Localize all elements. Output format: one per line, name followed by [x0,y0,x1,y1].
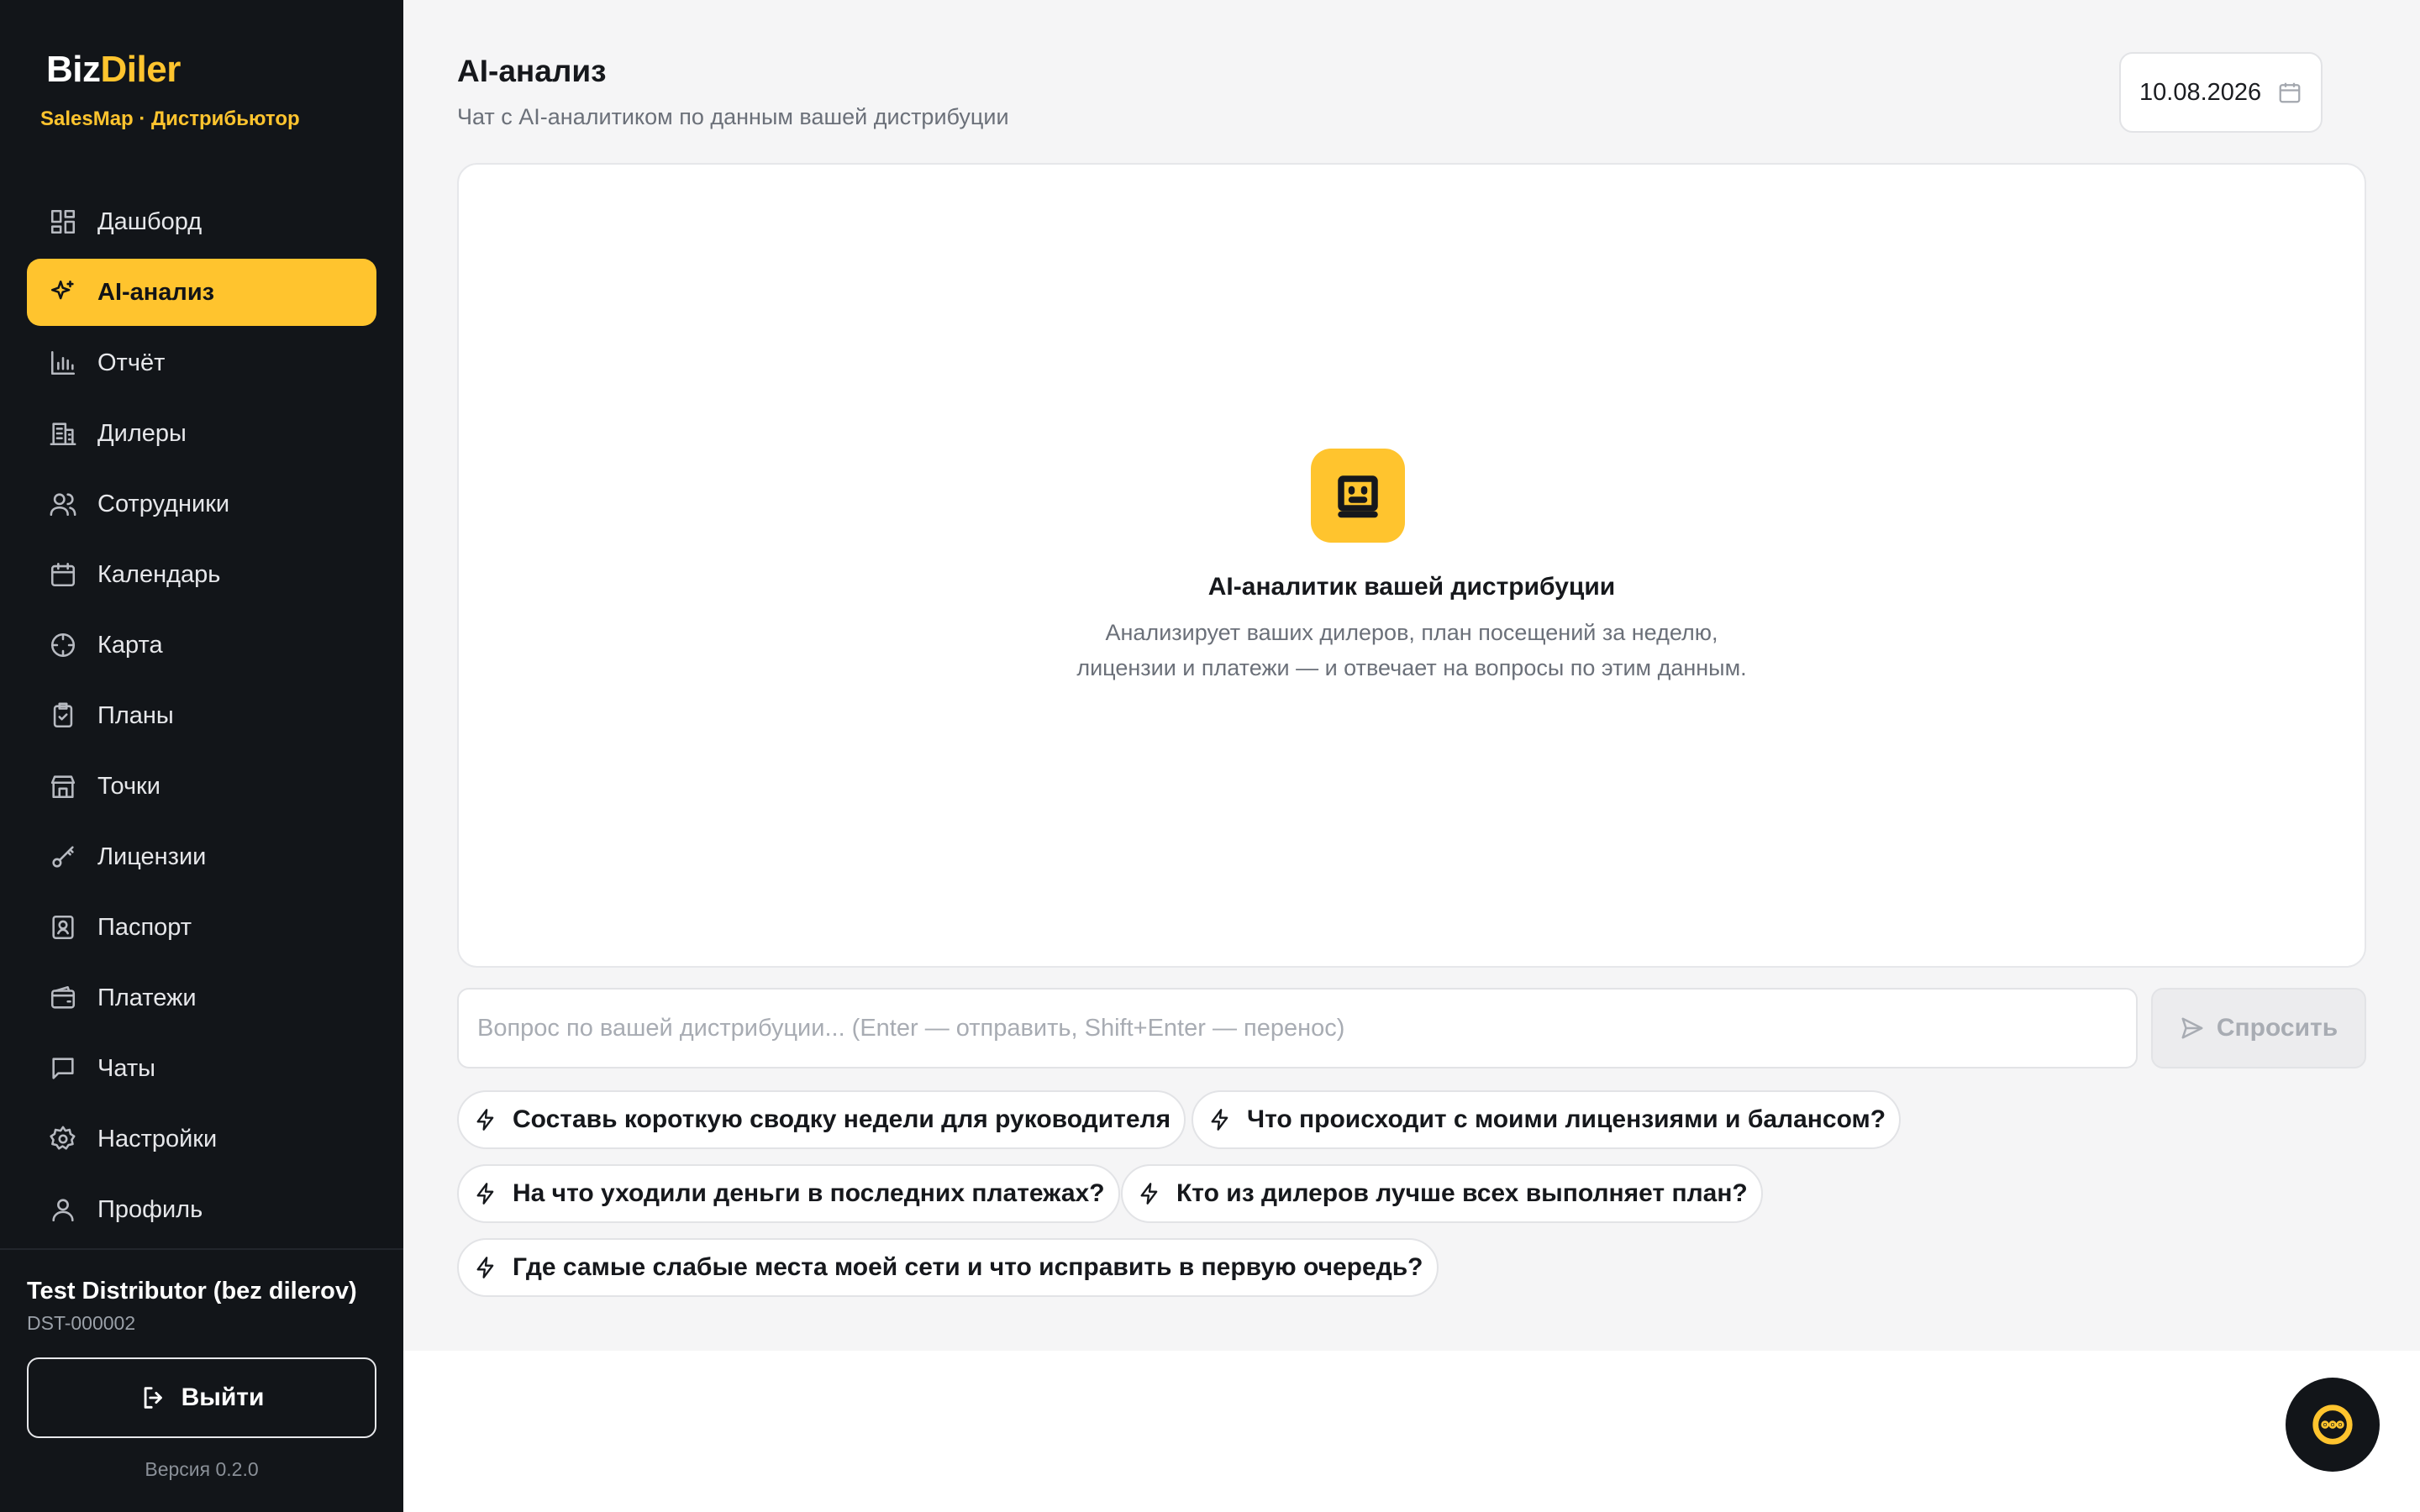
logout-icon [144,1387,162,1409]
crosshair-icon [49,631,77,659]
sidebar-item-label: Сотрудники [97,490,230,517]
wallet-icon [49,984,77,1012]
sidebar-item-settings[interactable]: Настройки [27,1105,376,1173]
sidebar-item-report[interactable]: Отчёт [27,329,376,396]
suggestion-chip[interactable]: Составь короткую сводку недели для руков… [457,1090,1186,1149]
sidebar-item-passport[interactable]: Паспорт [27,894,376,961]
dashboard-icon [49,207,77,236]
brand-part1: Biz [46,49,101,90]
calendar-icon[interactable] [2277,80,2302,105]
brand-logo[interactable]: BizDiler [46,49,181,91]
bolt-icon [1140,1183,1158,1205]
sidebar-item-label: Паспорт [97,913,192,941]
sidebar-item-label: Точки [97,772,160,800]
sidebar-item-label: Платежи [97,984,197,1011]
suggestion-chip[interactable]: Кто из дилеров лучше всех выполняет план… [1121,1164,1763,1223]
app-version: Версия 0.2.0 [145,1458,259,1480]
bolt-icon [476,1109,494,1131]
chat-icon [49,1054,77,1083]
suggestion-chip[interactable]: На что уходили деньги в последних платеж… [457,1164,1120,1223]
id-card-icon [49,913,77,942]
sidebar-item-label: Настройки [97,1125,218,1152]
page-subtitle: Чат с AI-аналитиком по данным вашей дист… [457,104,1009,129]
sidebar: BizDiler SalesMap · Дистрибьютор Дашборд… [0,0,403,1512]
key-icon [49,843,77,871]
page-title: AI-анализ [457,54,607,88]
chart-icon [49,349,77,377]
sidebar-item-label: Планы [97,701,174,729]
sidebar-item-dealers[interactable]: Дилеры [27,400,376,467]
bolt-icon [1211,1109,1228,1131]
calendar-icon [49,560,77,589]
suggestion-chip-label: Составь короткую сводку недели для руков… [513,1105,1171,1133]
sidebar-item-label: Чаты [97,1054,155,1082]
sidebar-item-map[interactable]: Карта [27,612,376,679]
suggestion-chip-label: Где самые слабые места моей сети и что и… [513,1253,1423,1281]
suggestion-chip-label: На что уходили деньги в последних платеж… [513,1179,1105,1207]
sidebar-item-label: Карта [97,631,163,659]
brand-part2: Diler [100,49,182,90]
store-icon [49,772,77,801]
sidebar-item-plans[interactable]: Планы [27,682,376,749]
question-input[interactable]: Вопрос по вашей дистрибуции... (Enter — … [457,988,2138,1068]
sidebar-item-ai-analysis[interactable]: AI-анализ [27,259,376,326]
empty-state-description: Анализирует ваших дилеров, план посещени… [1042,615,1781,685]
sidebar-item-chats[interactable]: Чаты [27,1035,376,1102]
users-icon [49,490,77,518]
sidebar-divider [0,1248,403,1250]
sidebar-item-label: Лицензии [97,843,207,870]
suggestion-chip-label: Кто из дилеров лучше всех выполняет план… [1176,1179,1748,1207]
date-picker[interactable]: 10.08.2026 [2119,52,2323,133]
sparkle-icon [49,278,77,307]
logout-button[interactable]: Выйти [27,1357,376,1438]
building-icon [49,419,77,448]
user-name: Test Distributor (bez dilerov) [27,1278,357,1305]
support-chat-button[interactable] [2286,1378,2380,1472]
ask-button-label: Спросить [2216,1014,2338,1042]
suggestion-chip[interactable]: Где самые слабые места моей сети и что и… [457,1238,1439,1297]
chat-bubble-icon [2312,1404,2353,1445]
send-icon [2181,1017,2203,1039]
sidebar-item-label: Дашборд [97,207,203,235]
suggestion-chip-label: Что происходит с моими лицензиями и бала… [1247,1105,1886,1133]
user-icon [49,1195,77,1224]
sidebar-item-payments[interactable]: Платежи [27,964,376,1032]
sidebar-item-label: Профиль [97,1195,203,1223]
sidebar-item-calendar[interactable]: Календарь [27,541,376,608]
clipboard-icon [49,701,77,730]
bolt-icon [476,1183,494,1205]
sidebar-item-label: AI-анализ [97,278,215,306]
brand-subtitle: SalesMap · Дистрибьютор [40,108,300,130]
suggestion-chip[interactable]: Что происходит с моими лицензиями и бала… [1192,1090,1902,1149]
user-id: DST-000002 [27,1312,136,1334]
logout-label: Выйти [181,1383,265,1411]
gear-icon [49,1125,77,1153]
chat-panel [457,163,2366,968]
sidebar-item-label: Дилеры [97,419,187,447]
sidebar-item-employees[interactable]: Сотрудники [27,470,376,538]
sidebar-item-label: Отчёт [97,349,166,376]
question-input-placeholder: Вопрос по вашей дистрибуции... (Enter — … [477,1014,1345,1042]
empty-state-title: AI-аналитик вашей дистрибуции [1207,573,1616,601]
sidebar-item-profile[interactable]: Профиль [27,1176,376,1243]
sidebar-nav: Дашборд AI-анализ Отчёт Дилеры Сотрудник… [27,188,376,1247]
date-value: 10.08.2026 [2139,78,2262,106]
sidebar-item-label: Календарь [97,560,221,588]
bolt-icon [476,1257,494,1278]
empty-state-desc-line1: Анализирует ваших дилеров, план посещени… [1105,620,1718,645]
sidebar-item-dashboard[interactable]: Дашборд [27,188,376,255]
sidebar-item-licenses[interactable]: Лицензии [27,823,376,890]
sidebar-item-points[interactable]: Точки [27,753,376,820]
empty-state-desc-line2: лицензии и платежи — и отвечает на вопро… [1076,655,1747,680]
ask-button[interactable]: Спросить [2151,988,2366,1068]
bot-icon [1311,449,1405,543]
